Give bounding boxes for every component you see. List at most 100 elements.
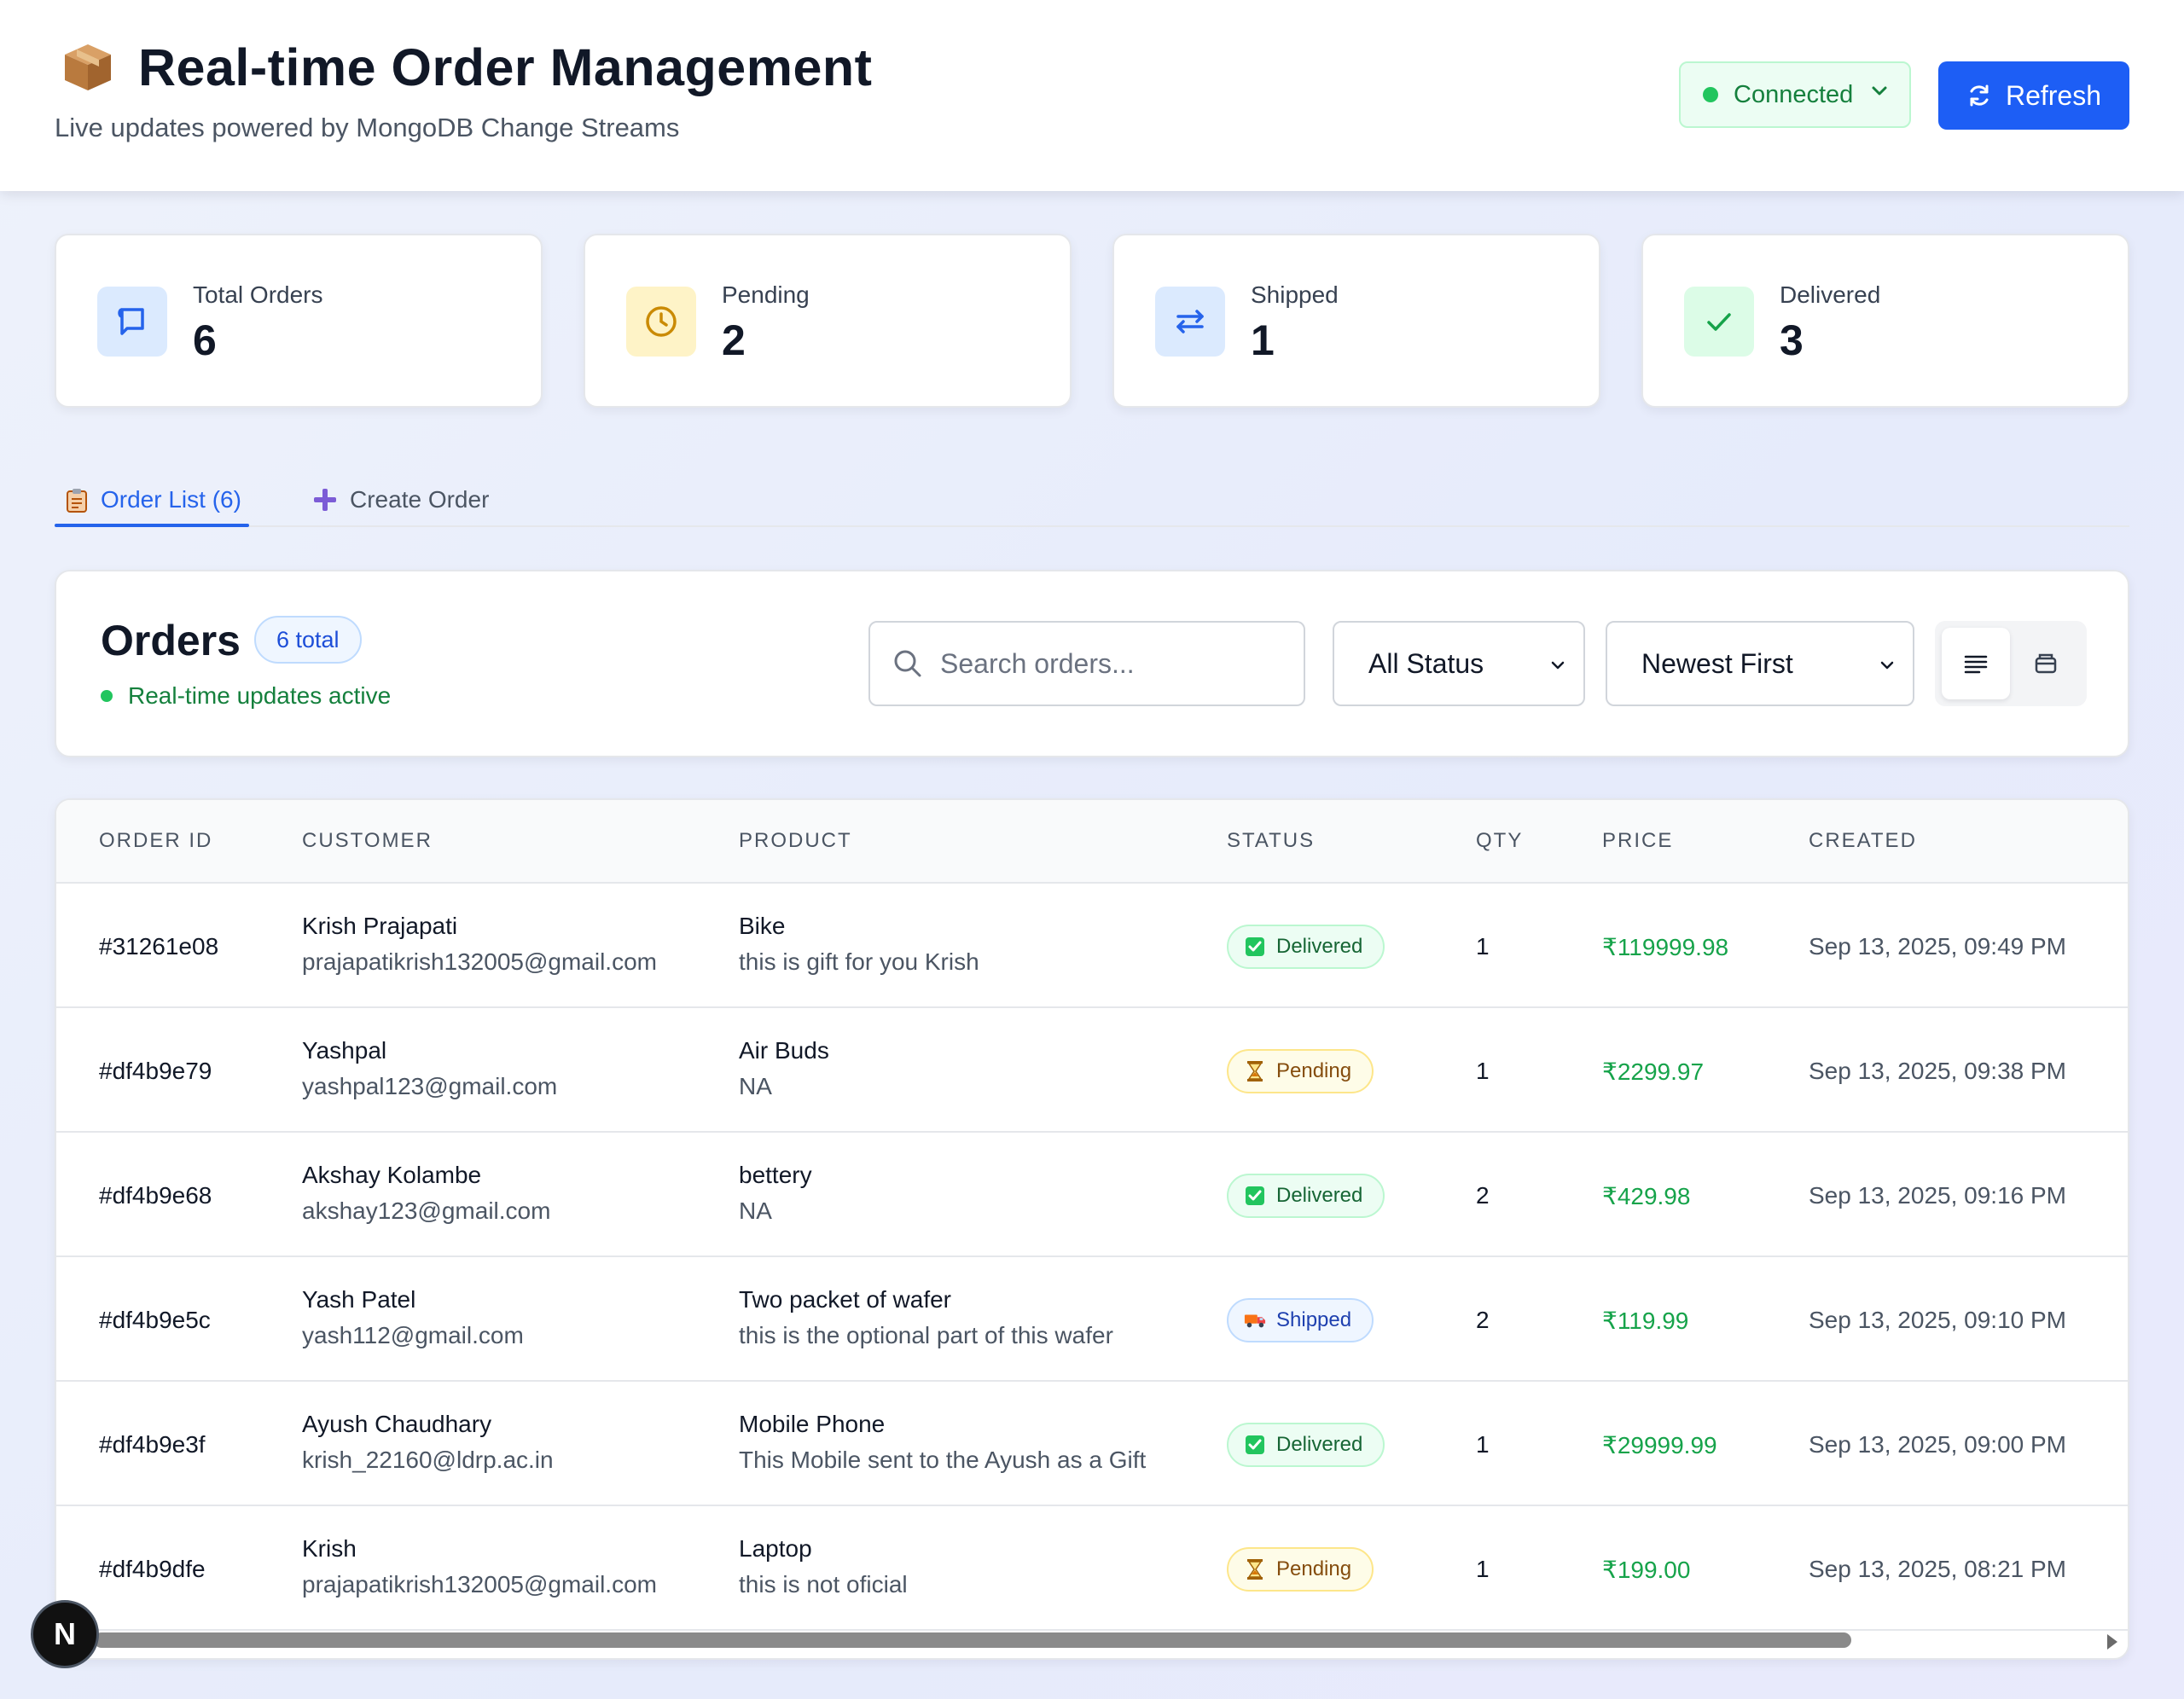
dev-tools-badge[interactable]: N <box>31 1600 99 1668</box>
tab-label: Create Order <box>350 486 490 513</box>
table-row[interactable]: #df4b9e68 Akshay Kolambe akshay123@gmail… <box>56 1133 2128 1257</box>
order-id: #31261e08 <box>99 933 219 960</box>
product-name: bettery <box>739 1162 812 1188</box>
status-badge: Delivered <box>1227 1174 1385 1218</box>
horizontal-scrollbar-thumb[interactable] <box>94 1632 1851 1648</box>
realtime-status: Real-time updates active <box>101 682 391 710</box>
table-header: ORDER ID CUSTOMER PRODUCT STATUS QTY PRI… <box>56 800 2128 884</box>
table-row[interactable]: #df4b9e5c Yash Patel yash112@gmail.com T… <box>56 1257 2128 1382</box>
swap-arrows-icon <box>1155 287 1225 357</box>
check-box-icon <box>1244 936 1266 958</box>
quantity: 1 <box>1476 933 1490 960</box>
realtime-label: Real-time updates active <box>128 682 392 709</box>
connection-status-dropdown[interactable]: Connected <box>1679 61 1911 128</box>
column-header-product[interactable]: PRODUCT <box>739 829 852 853</box>
stat-label: Pending <box>722 281 810 308</box>
order-id: #df4b9e5c <box>99 1307 211 1333</box>
status-label: Pending <box>1276 1059 1352 1082</box>
tab-create-order[interactable]: Create Order <box>312 474 489 525</box>
card-view-icon <box>2035 653 2057 674</box>
stat-card-delivered: Delivered 3 <box>1641 234 2129 408</box>
active-tab-indicator <box>55 524 249 527</box>
stat-card-shipped: Shipped 1 <box>1112 234 1600 408</box>
status-label: Delivered <box>1276 935 1363 958</box>
tab-bar: Order List (6) Create Order <box>55 469 2129 527</box>
chevron-down-icon <box>1880 661 1894 670</box>
price: ₹119.99 <box>1602 1308 1689 1334</box>
card-view-button[interactable] <box>2012 628 2080 699</box>
price: ₹119999.98 <box>1602 934 1729 960</box>
table-row[interactable]: #31261e08 Krish Prajapati prajapatikrish… <box>56 884 2128 1008</box>
search-field[interactable] <box>868 621 1305 706</box>
order-id: #df4b9e68 <box>99 1182 212 1209</box>
product-description: NA <box>739 1073 772 1099</box>
column-header-qty[interactable]: QTY <box>1476 829 1523 853</box>
column-header-price[interactable]: PRICE <box>1602 829 1673 853</box>
clipboard-icon <box>67 489 87 513</box>
status-badge: Shipped <box>1227 1298 1374 1342</box>
customer-email: krish_22160@ldrp.ac.in <box>302 1447 554 1473</box>
quantity: 2 <box>1476 1307 1490 1333</box>
app-title: Real-time Order Management <box>138 38 873 96</box>
search-input[interactable] <box>940 647 1281 680</box>
customer-email: prajapatikrish132005@gmail.com <box>302 1571 657 1598</box>
order-id: #df4b9e3f <box>99 1431 206 1458</box>
orders-toolbar-panel: Orders 6 total Real-time updates active … <box>55 570 2129 757</box>
stat-value: 2 <box>722 316 746 364</box>
stat-label: Total Orders <box>193 281 323 308</box>
stat-label: Shipped <box>1251 281 1339 308</box>
product-description: this is not oficial <box>739 1571 908 1598</box>
created-date: Sep 13, 2025, 09:10 PM <box>1809 1307 2066 1333</box>
list-view-button[interactable] <box>1942 628 2010 699</box>
status-dot-icon <box>1703 87 1718 102</box>
stat-card-total-orders: Total Orders 6 <box>55 234 543 408</box>
customer-email: yash112@gmail.com <box>302 1322 524 1348</box>
quantity: 1 <box>1476 1556 1490 1582</box>
column-header-customer[interactable]: CUSTOMER <box>302 829 433 853</box>
stat-value: 6 <box>193 316 217 364</box>
status-badge: Pending <box>1227 1049 1374 1093</box>
customer-name: Ayush Chaudhary <box>302 1411 492 1437</box>
status-badge: Delivered <box>1227 1423 1385 1467</box>
status-label: Delivered <box>1276 1433 1363 1456</box>
status-badge: Pending <box>1227 1547 1374 1592</box>
sort-order-select[interactable]: Newest First <box>1606 621 1914 706</box>
status-label: Delivered <box>1276 1184 1363 1207</box>
hourglass-icon <box>1244 1558 1266 1580</box>
product-name: Laptop <box>739 1535 812 1562</box>
status-filter-value: All Status <box>1368 647 1484 679</box>
column-header-order-id[interactable]: ORDER ID <box>99 829 212 853</box>
product-name: Bike <box>739 913 786 939</box>
chevron-down-icon <box>1551 661 1565 670</box>
refresh-button[interactable]: Refresh <box>1938 61 2129 130</box>
app-header: Real-time Order Management Live updates … <box>0 0 2184 191</box>
list-view-icon <box>1964 655 1988 674</box>
product-description: this is gift for you Krish <box>739 948 979 975</box>
table-row[interactable]: #df4b9e79 Yashpal yashpal123@gmail.com A… <box>56 1008 2128 1133</box>
quantity: 1 <box>1476 1431 1490 1458</box>
stat-value: 3 <box>1780 316 1804 364</box>
tab-order-list[interactable]: Order List (6) <box>65 474 241 525</box>
column-header-created[interactable]: CREATED <box>1809 829 1917 853</box>
order-id: #df4b9e79 <box>99 1058 212 1084</box>
title-row: Real-time Order Management <box>61 38 872 97</box>
table-row[interactable]: #df4b9e3f Ayush Chaudhary krish_22160@ld… <box>56 1382 2128 1506</box>
scroll-right-arrow-icon[interactable] <box>2107 1634 2117 1650</box>
table-row[interactable]: #df4b9dfe Krish prajapatikrish132005@gma… <box>56 1506 2128 1631</box>
price: ₹2299.97 <box>1602 1058 1705 1085</box>
column-header-status[interactable]: STATUS <box>1227 829 1315 853</box>
product-name: Mobile Phone <box>739 1411 886 1437</box>
created-date: Sep 13, 2025, 08:21 PM <box>1809 1556 2066 1582</box>
stat-card-pending: Pending 2 <box>584 234 1072 408</box>
stat-value: 1 <box>1251 316 1275 364</box>
product-description: This Mobile sent to the Ayush as a Gift <box>739 1447 1147 1473</box>
search-icon <box>894 650 921 677</box>
sort-order-value: Newest First <box>1641 647 1793 679</box>
orders-title: Orders <box>101 617 241 664</box>
created-date: Sep 13, 2025, 09:16 PM <box>1809 1182 2066 1209</box>
product-description: this is the optional part of this wafer <box>739 1322 1113 1348</box>
customer-email: prajapatikrish132005@gmail.com <box>302 948 657 975</box>
clock-icon <box>626 287 696 357</box>
quantity: 1 <box>1476 1058 1490 1084</box>
status-filter-select[interactable]: All Status <box>1333 621 1585 706</box>
